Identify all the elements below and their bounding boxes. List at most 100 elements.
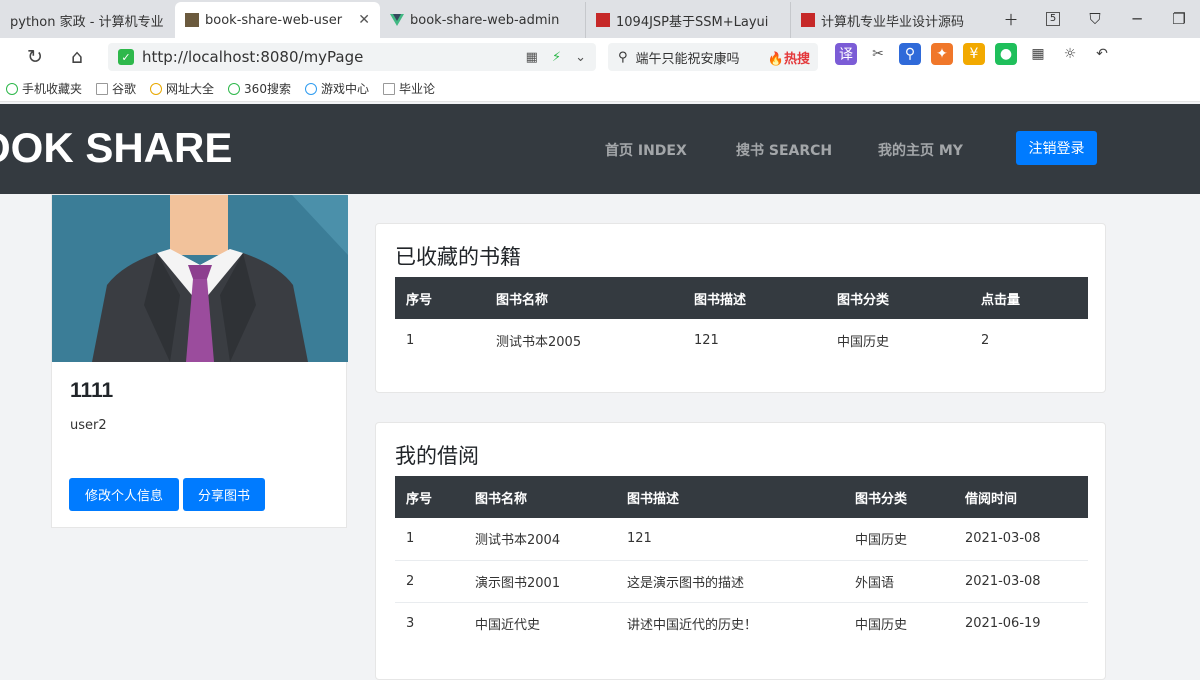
page-icon xyxy=(96,82,109,95)
new-tab-icon[interactable]: ＋ xyxy=(990,0,1032,38)
address-bar[interactable]: ✓ http://localhost:8080/myPage ▦ ⚡ ⌄ xyxy=(108,43,596,71)
column-header: 图书名称 xyxy=(475,491,528,507)
borrows-card: 我的借阅 序号 图书名称 图书描述 图书分类 借阅时间 1 测试书本2004 121 中国历史… xyxy=(375,422,1106,680)
shirt-icon[interactable]: ⛉ xyxy=(1074,0,1116,38)
nav-index[interactable]: 首页 INDEX xyxy=(605,140,687,160)
table-cell: 121 xyxy=(694,332,719,348)
coin-icon[interactable]: ¥ xyxy=(963,43,985,65)
hot-search-badge[interactable]: 🔥热搜 xyxy=(768,48,810,67)
security-shield-icon: ✓ xyxy=(118,49,134,65)
table-row[interactable]: 3 中国近代史 讲述中国近代的历史！ 中国历史 2021-06-19 xyxy=(395,602,1088,644)
bookmark-item[interactable]: 手机收藏夹 xyxy=(6,80,82,97)
table-cell: 演示图书2001 xyxy=(464,560,616,603)
window-controls: ＋ 5 ⛉ ─ ❐ xyxy=(990,0,1200,38)
tab-favicon-icon xyxy=(185,13,199,27)
lightning-icon[interactable]: ⚡ xyxy=(552,50,561,65)
favorites-title: 已收藏的书籍 xyxy=(395,245,521,269)
magnifier-icon[interactable]: ⚲ xyxy=(899,43,921,65)
avatar xyxy=(52,195,348,362)
table-row[interactable]: 1 测试书本2005 121 中国历史 2 xyxy=(395,319,1088,361)
tab-count-badge[interactable]: 5 xyxy=(1032,0,1074,38)
table-header-row: 序号 图书名称 图书描述 图书分类 点击量 xyxy=(395,277,1088,319)
tab-favicon-icon xyxy=(596,13,610,27)
bookmark-label: 网址大全 xyxy=(166,82,215,96)
qr-code-icon[interactable]: ▦ xyxy=(526,50,538,65)
profile-account: user2 xyxy=(70,418,107,433)
bookmark-item[interactable]: 毕业论 xyxy=(382,80,435,97)
search-text: 端午只能祝安康吗 xyxy=(635,51,740,67)
bookmark-label: 毕业论 xyxy=(398,82,435,96)
column-header: 点击量 xyxy=(981,292,1021,308)
site-logo[interactable]: OOK SHARE xyxy=(0,124,232,172)
table-cell: 中国历史 xyxy=(844,518,954,561)
avatar-illustration xyxy=(52,195,348,362)
column-header: 图书描述 xyxy=(694,292,747,308)
bookmark-label: 手机收藏夹 xyxy=(22,82,83,96)
logout-button[interactable]: 注销登录 xyxy=(1016,131,1097,165)
chevron-down-icon[interactable]: ⌄ xyxy=(575,50,586,65)
tab-label: book-share-web-user xyxy=(205,12,343,28)
tab-label: 计算机专业毕业设计源码 xyxy=(821,14,965,30)
browser-tab-book-share-user[interactable]: book-share-web-user ✕ xyxy=(175,2,380,38)
table-cell: 1 xyxy=(395,518,464,561)
bookmark-item[interactable]: 360搜索 xyxy=(228,80,291,97)
tab-label: book-share-web-admin xyxy=(410,12,560,28)
home-icon[interactable]: ⌂ xyxy=(57,38,97,76)
borrows-table: 序号 图书名称 图书描述 图书分类 借阅时间 1 测试书本2004 121 中国历史 2021-… xyxy=(395,476,1088,644)
grid-icon[interactable]: ▦ xyxy=(1027,43,1049,65)
column-header: 图书名称 xyxy=(496,292,549,308)
nav-search[interactable]: 搜书 SEARCH xyxy=(736,140,832,160)
game-icon[interactable]: ✦ xyxy=(931,43,953,65)
bookmark-item[interactable]: 游戏中心 xyxy=(304,80,369,97)
browser-tab-python[interactable]: python 家政 - 计算机专业 xyxy=(0,2,175,38)
extension-icons: 译 ✂ ⚲ ✦ ¥ ● ▦ ☼ ↶ xyxy=(835,43,1113,65)
table-cell: 测试书本2005 xyxy=(496,334,582,350)
bookmark-item[interactable]: 谷歌 xyxy=(96,80,136,97)
tab-favicon-icon xyxy=(801,13,815,27)
edit-profile-button[interactable]: 修改个人信息 xyxy=(69,478,179,511)
table-cell: 测试书本2004 xyxy=(464,518,616,561)
nav-my[interactable]: 我的主页 MY xyxy=(878,140,963,160)
phone-icon xyxy=(6,82,18,95)
column-header: 图书描述 xyxy=(627,491,680,507)
table-cell: 中国近代史 xyxy=(475,617,541,633)
minimize-icon[interactable]: ─ xyxy=(1116,0,1158,38)
table-row[interactable]: 1 测试书本2004 121 中国历史 2021-03-08 xyxy=(395,518,1088,561)
table-cell: 中国历史 xyxy=(837,334,890,350)
scissors-icon[interactable]: ✂ xyxy=(867,43,889,65)
bookmarks-bar: 手机收藏夹 谷歌 网址大全 360搜索 游戏中心 毕业论 xyxy=(0,76,1200,102)
page-icon xyxy=(382,82,395,95)
browser-tab-graduation[interactable]: 计算机专业毕业设计源码 xyxy=(790,2,980,38)
bookmark-item[interactable]: 网址大全 xyxy=(150,80,214,97)
translate-icon[interactable]: 译 xyxy=(835,43,857,65)
url-text: http://localhost:8080/myPage xyxy=(142,48,364,66)
column-header: 序号 xyxy=(406,292,433,308)
share-book-button[interactable]: 分享图书 xyxy=(183,478,265,511)
table-cell: 2 xyxy=(395,560,464,603)
restore-icon[interactable]: ❐ xyxy=(1158,0,1200,38)
profile-name: 1111 xyxy=(70,379,114,402)
table-cell: 外国语 xyxy=(844,560,954,603)
browser-toolbar: ↻ ⌂ ✓ http://localhost:8080/myPage ▦ ⚡ ⌄… xyxy=(0,38,1200,76)
table-cell: 2 xyxy=(981,332,990,348)
undo-icon[interactable]: ↶ xyxy=(1091,43,1113,65)
borrows-title: 我的借阅 xyxy=(395,444,479,468)
vue-logo-icon xyxy=(390,14,404,26)
tab-label: python 家政 - 计算机专业 xyxy=(10,14,164,30)
browser-tab-1094jsp[interactable]: 1094JSP基于SSM+Layui xyxy=(585,2,790,38)
browser-tab-bar: python 家政 - 计算机专业 book-share-web-user ✕ … xyxy=(0,0,1200,38)
browser-tab-book-share-admin[interactable]: book-share-web-admin xyxy=(380,2,585,38)
table-row[interactable]: 2 演示图书2001 这是演示图书的描述 外国语 2021-03-08 xyxy=(395,560,1088,603)
column-header: 图书分类 xyxy=(855,491,908,507)
sun-icon[interactable]: ☼ xyxy=(1059,43,1081,65)
tab-label: 1094JSP基于SSM+Layui xyxy=(616,14,769,30)
table-cell: 2021-03-08 xyxy=(954,560,1088,603)
search360-icon xyxy=(228,82,241,95)
table-cell: 中国历史 xyxy=(855,617,908,633)
close-tab-icon[interactable]: ✕ xyxy=(358,12,370,28)
bookmark-label: 360搜索 xyxy=(244,82,291,96)
table-cell: 3 xyxy=(406,615,415,631)
reload-icon[interactable]: ↻ xyxy=(15,38,55,76)
search-input[interactable]: ⚲ 端午只能祝安康吗 🔥热搜 xyxy=(608,43,818,71)
refresh-circle-icon[interactable]: ● xyxy=(995,43,1017,65)
